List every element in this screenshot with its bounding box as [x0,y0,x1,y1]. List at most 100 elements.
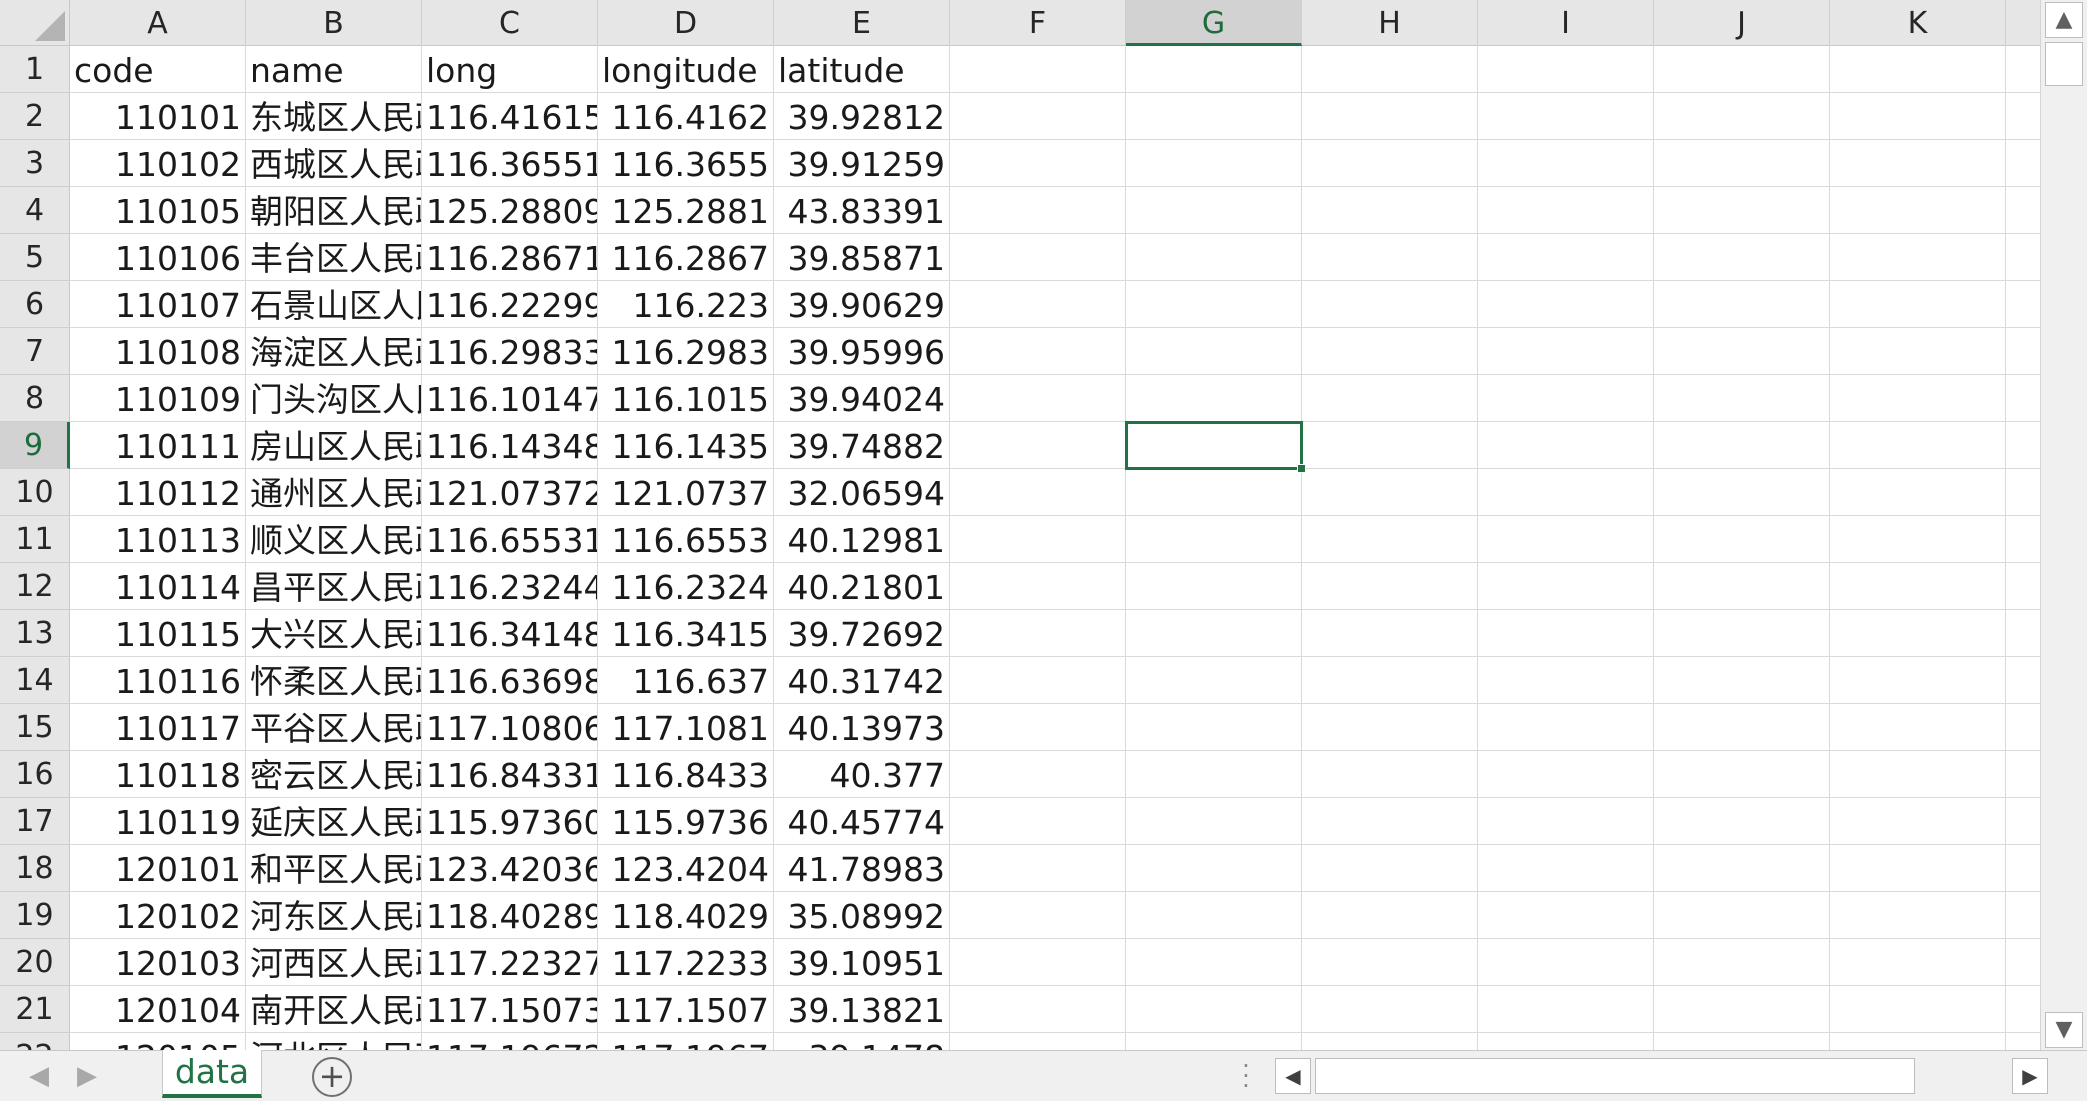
scroll-up-button[interactable]: ▲ [2045,2,2083,38]
cell-k22[interactable] [1830,1033,2006,1050]
cell-j18[interactable] [1654,845,1830,892]
horizontal-scrollbar[interactable]: ◀ ▶ [1275,1056,2050,1096]
cell-e4[interactable]: 43.83391 [774,187,950,234]
cell-c18[interactable]: 123.42036 [422,845,598,892]
row-header-22[interactable]: 22 [0,1033,70,1050]
cell-j16[interactable] [1654,751,1830,798]
cell-k6[interactable] [1830,281,2006,328]
column-header-f[interactable]: F [950,0,1126,46]
cell-a20[interactable]: 120103 [70,939,246,986]
row-header-8[interactable]: 8 [0,375,70,422]
cell-b20[interactable]: 河西区人民政府 [246,939,422,986]
row-header-17[interactable]: 17 [0,798,70,845]
cell-c5[interactable]: 116.28671 [422,234,598,281]
cell-e8[interactable]: 39.94024 [774,375,950,422]
cell-a11[interactable]: 110113 [70,516,246,563]
cell-j6[interactable] [1654,281,1830,328]
column-header-e[interactable]: E [774,0,950,46]
cell-i1[interactable] [1478,46,1654,93]
cell-d13[interactable]: 116.3415 [598,610,774,657]
cell-j17[interactable] [1654,798,1830,845]
cell-b8[interactable]: 门头沟区人民政府 [246,375,422,422]
cell-e22[interactable]: 39.1478 [774,1033,950,1050]
cell-d22[interactable]: 117.1967 [598,1033,774,1050]
cell-f18[interactable] [950,845,1126,892]
cell-j19[interactable] [1654,892,1830,939]
cell-d15[interactable]: 117.1081 [598,704,774,751]
row-header-10[interactable]: 10 [0,469,70,516]
cell-f17[interactable] [950,798,1126,845]
cell-a3[interactable]: 110102 [70,140,246,187]
cell-f6[interactable] [950,281,1126,328]
cell-c1[interactable]: long [422,46,598,93]
cell-j8[interactable] [1654,375,1830,422]
cell-e5[interactable]: 39.85871 [774,234,950,281]
cell-i16[interactable] [1478,751,1654,798]
cell-e10[interactable]: 32.06594 [774,469,950,516]
cell-g6[interactable] [1126,281,1302,328]
column-header-h[interactable]: H [1302,0,1478,46]
cell-g10[interactable] [1126,469,1302,516]
column-header-d[interactable]: D [598,0,774,46]
cell-a15[interactable]: 110117 [70,704,246,751]
cell-g20[interactable] [1126,939,1302,986]
cell-c14[interactable]: 116.63698 [422,657,598,704]
cell-k14[interactable] [1830,657,2006,704]
cell-a9[interactable]: 110111 [70,422,246,469]
cell-i12[interactable] [1478,563,1654,610]
cell-g19[interactable] [1126,892,1302,939]
cell-c21[interactable]: 117.15073 [422,986,598,1033]
row-header-14[interactable]: 14 [0,657,70,704]
cell-k2[interactable] [1830,93,2006,140]
cell-d1[interactable]: longitude [598,46,774,93]
cell-b14[interactable]: 怀柔区人民政府 [246,657,422,704]
cell-f20[interactable] [950,939,1126,986]
cell-i21[interactable] [1478,986,1654,1033]
cell-k11[interactable] [1830,516,2006,563]
cell-c22[interactable]: 117.19672 [422,1033,598,1050]
cell-j7[interactable] [1654,328,1830,375]
row-header-12[interactable]: 12 [0,563,70,610]
cell-h3[interactable] [1302,140,1478,187]
cell-g17[interactable] [1126,798,1302,845]
cell-j20[interactable] [1654,939,1830,986]
column-header-g[interactable]: G [1126,0,1302,46]
cell-e14[interactable]: 40.31742 [774,657,950,704]
cell-i14[interactable] [1478,657,1654,704]
horizontal-scroll-thumb[interactable] [1315,1058,1915,1094]
cell-k5[interactable] [1830,234,2006,281]
cell-c7[interactable]: 116.29833 [422,328,598,375]
cell-h21[interactable] [1302,986,1478,1033]
cell-b12[interactable]: 昌平区人民政府 [246,563,422,610]
cell-f11[interactable] [950,516,1126,563]
cell-j13[interactable] [1654,610,1830,657]
cell-h7[interactable] [1302,328,1478,375]
cell-j1[interactable] [1654,46,1830,93]
cell-h12[interactable] [1302,563,1478,610]
cell-g22[interactable] [1126,1033,1302,1050]
cell-e16[interactable]: 40.377 [774,751,950,798]
vertical-scrollbar[interactable]: ▲ ▼ [2040,0,2087,1050]
next-sheet-arrow-icon[interactable]: ▶ [72,1061,102,1091]
cell-g16[interactable] [1126,751,1302,798]
cell-a18[interactable]: 120101 [70,845,246,892]
column-header-j[interactable]: J [1654,0,1830,46]
cell-c15[interactable]: 117.10806 [422,704,598,751]
cell-b17[interactable]: 延庆区人民政府 [246,798,422,845]
cell-b19[interactable]: 河东区人民政府 [246,892,422,939]
cell-e20[interactable]: 39.10951 [774,939,950,986]
cell-b1[interactable]: name [246,46,422,93]
cell-g5[interactable] [1126,234,1302,281]
cell-c9[interactable]: 116.14348 [422,422,598,469]
cell-b13[interactable]: 大兴区人民政府 [246,610,422,657]
cell-f8[interactable] [950,375,1126,422]
cell-e11[interactable]: 40.12981 [774,516,950,563]
cell-i4[interactable] [1478,187,1654,234]
row-header-5[interactable]: 5 [0,234,70,281]
cell-g21[interactable] [1126,986,1302,1033]
cell-h18[interactable] [1302,845,1478,892]
cell-b4[interactable]: 朝阳区人民政府 [246,187,422,234]
cell-g11[interactable] [1126,516,1302,563]
cell-a2[interactable]: 110101 [70,93,246,140]
cell-g3[interactable] [1126,140,1302,187]
